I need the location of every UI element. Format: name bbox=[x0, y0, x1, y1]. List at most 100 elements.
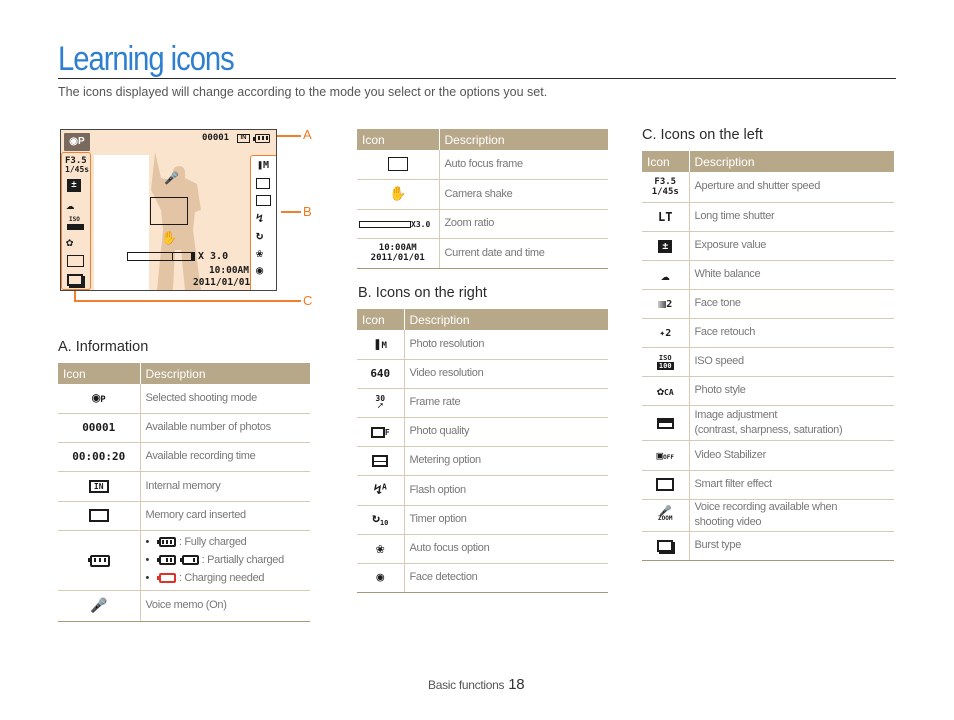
battery-full-label: : Fully charged bbox=[178, 536, 247, 548]
iso-icon bbox=[67, 224, 84, 230]
table-row: X3.0 Zoom ratio bbox=[357, 209, 608, 239]
white-balance-icon: ☁ bbox=[66, 197, 75, 213]
row-description: Photo resolution bbox=[404, 330, 608, 360]
table-row: : Fully charged : Partially charged : Ch… bbox=[58, 530, 310, 591]
page-title: Learning icons bbox=[58, 40, 235, 78]
flash-label: A bbox=[382, 482, 387, 492]
table-row: LT Long time shutter bbox=[642, 202, 894, 232]
frame-rate-icon: 30 ➚ bbox=[357, 388, 405, 418]
video-stabilizer-icon: ▣OFF bbox=[642, 440, 690, 471]
row-description: Available recording time bbox=[140, 442, 310, 472]
row-description: Aperture and shutter speed bbox=[689, 172, 894, 203]
col-header-description: Description bbox=[139, 363, 310, 384]
resolution-label: M bbox=[263, 160, 270, 171]
row-description: Memory card inserted bbox=[140, 501, 310, 531]
internal-memory-icon: IN bbox=[58, 471, 141, 502]
recording-time-icon: 00:00:20 bbox=[58, 442, 141, 472]
burst-icon bbox=[642, 531, 690, 561]
battery-empty-icon bbox=[157, 573, 177, 584]
flash-icon: ↯ bbox=[256, 211, 264, 225]
date-time-readout: 10:00AM 2011/01/01 bbox=[193, 265, 251, 289]
table-row: ↯A Flash option bbox=[357, 475, 608, 506]
screen-elements-table: Icon Description Auto focus frame ✋ Came… bbox=[357, 129, 608, 269]
white-balance-icon: ☁ bbox=[642, 260, 690, 290]
battery-partial-label: : Partially charged bbox=[201, 554, 285, 566]
camera-program-icon: ◉P bbox=[58, 384, 141, 414]
aperture-label: F3.5 bbox=[654, 176, 677, 187]
table-row: F3.5 1/45s Aperture and shutter speed bbox=[642, 172, 894, 203]
battery-two-bars-icon bbox=[157, 555, 177, 566]
table-row: 🎤 Voice memo (On) bbox=[58, 590, 310, 622]
date-text: 2011/01/01 bbox=[193, 277, 251, 288]
stabilizer-label: OFF bbox=[663, 453, 674, 461]
col-header-description: Description bbox=[403, 309, 608, 330]
memory-card-icon bbox=[58, 501, 141, 531]
table-row: Metering option bbox=[357, 446, 608, 476]
title-rule bbox=[58, 78, 896, 79]
row-description: Face retouch bbox=[689, 318, 894, 348]
iso-icon: ISO 100 bbox=[642, 347, 690, 377]
metering-icon bbox=[357, 446, 405, 476]
table-row: Memory card inserted bbox=[58, 501, 310, 531]
callout-b-label: B bbox=[303, 204, 312, 219]
photo-quality-icon: F bbox=[357, 417, 405, 447]
table-row: ❚M Photo resolution bbox=[357, 330, 608, 360]
battery-full-icon bbox=[157, 537, 177, 548]
row-description: Auto focus frame bbox=[439, 150, 608, 180]
zoom-ratio-icon: X3.0 bbox=[357, 209, 440, 239]
row-description: Camera shake bbox=[439, 179, 608, 210]
intro-text: The icons displayed will change accordin… bbox=[58, 85, 548, 99]
date-label: 2011/01/01 bbox=[370, 253, 425, 263]
row-description: Photo style bbox=[689, 376, 894, 406]
description-line-1: Image adjustment bbox=[694, 408, 778, 421]
col-header-description: Description bbox=[438, 129, 608, 150]
col-header-description: Description bbox=[688, 151, 894, 172]
internal-memory-icon: IN bbox=[237, 134, 250, 143]
row-description: Available number of photos bbox=[140, 413, 310, 443]
photo-style-icon: ✿CA bbox=[642, 376, 690, 406]
callout-a-line bbox=[277, 135, 301, 137]
photo-counter: 00001 bbox=[202, 133, 230, 143]
row-description: Zoom ratio bbox=[439, 209, 608, 239]
table-row: 00:00:20 Available recording time bbox=[58, 442, 310, 472]
shutter-text: 1/45s bbox=[65, 165, 90, 174]
table-row: Image adjustment (contrast, sharpness, sa… bbox=[642, 405, 894, 441]
table-row: 30 ➚ Frame rate bbox=[357, 388, 608, 418]
timer-icon: ↻ bbox=[256, 228, 264, 242]
table-row: ISO 100 ISO speed bbox=[642, 347, 894, 377]
quality-label: F bbox=[384, 428, 390, 437]
row-description: Selected shooting mode bbox=[140, 384, 310, 414]
battery-description: : Fully charged : Partially charged : Ch… bbox=[140, 530, 310, 591]
iso-value: 100 bbox=[656, 361, 674, 370]
col-header-icon: Icon bbox=[642, 151, 689, 172]
voice-memo-icon: 🎤 bbox=[164, 171, 179, 185]
row-description: Voice memo (On) bbox=[140, 590, 310, 622]
zoom-ratio-text: X 3.0 bbox=[198, 251, 229, 262]
right-icon-column: ❚M ↯ ↻ ❀ ◉ bbox=[250, 155, 276, 290]
footer-section: Basic functions bbox=[428, 678, 505, 692]
table-row: ↻10 Timer option bbox=[357, 505, 608, 535]
table-row: Burst type bbox=[642, 531, 894, 561]
table-row: ✋ Camera shake bbox=[357, 179, 608, 210]
col-header-icon: Icon bbox=[357, 309, 404, 330]
burst-icon bbox=[67, 274, 83, 286]
page-footer: Basic functions 18 bbox=[428, 676, 525, 693]
table-row: ✦2 Face retouch bbox=[642, 318, 894, 348]
section-c-title: C. Icons on the left bbox=[642, 127, 763, 143]
battery-partial-item: : Partially charged bbox=[146, 551, 306, 569]
row-description: Face tone bbox=[689, 289, 894, 319]
callout-c-label: C bbox=[303, 293, 313, 308]
callout-b-line bbox=[281, 211, 301, 213]
table-row: ◉ Face detection bbox=[357, 563, 608, 593]
zoom-ratio-label: X3.0 bbox=[411, 220, 431, 229]
image-adjust-icon bbox=[642, 405, 690, 441]
smart-filter-icon bbox=[642, 470, 690, 500]
battery-icon bbox=[58, 530, 141, 591]
face-tone-label: 2 bbox=[666, 299, 673, 310]
table-row: ❀ Auto focus option bbox=[357, 534, 608, 564]
table-row: ± Exposure value bbox=[642, 231, 894, 261]
right-icons-table: Icon Description ❚M Photo resolution 640… bbox=[357, 309, 608, 593]
flash-icon: ↯A bbox=[357, 475, 405, 506]
section-a-title: A. Information bbox=[58, 339, 149, 355]
af-frame-icon bbox=[357, 150, 440, 180]
